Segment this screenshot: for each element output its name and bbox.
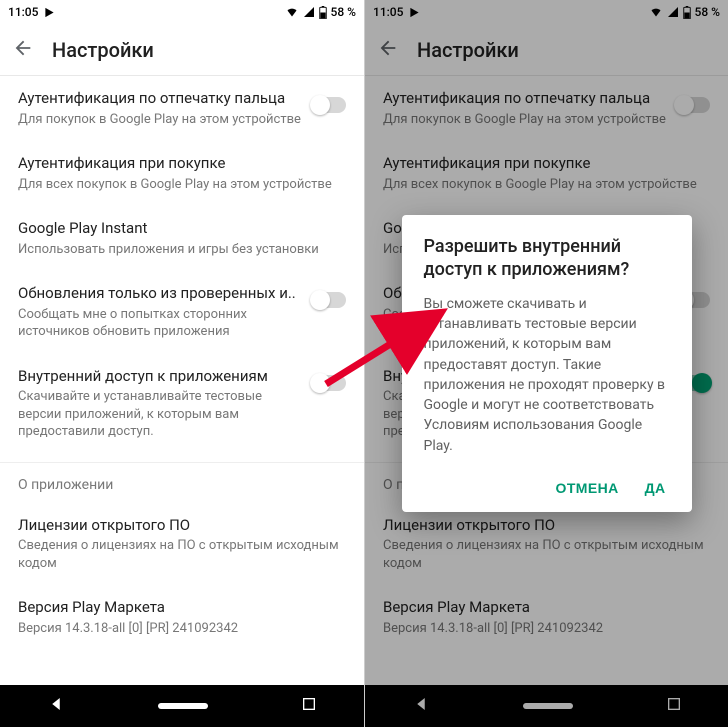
battery-icon: [683, 6, 691, 19]
setting-subtitle: Для покупок в Google Play на этом устрой…: [383, 111, 666, 129]
setting-title: Внутренний доступ к приложениям: [18, 367, 302, 387]
page-title: Настройки: [52, 38, 154, 62]
dialog-body: Вы сможете скачивать и устанавливать тес…: [424, 294, 670, 456]
setting-title: Лицензии открытого ПО: [383, 516, 710, 536]
navigation-bar: [0, 685, 364, 727]
status-time: 11:05: [8, 5, 38, 19]
setting-purchase-auth[interactable]: Аутентификация при покупке Для всех поку…: [365, 141, 728, 206]
setting-version[interactable]: Версия Play Маркета Версия 14.3.18-all […: [365, 585, 728, 650]
page-title: Настройки: [417, 38, 519, 62]
toggle-fingerprint[interactable]: [312, 97, 346, 113]
setting-title: Аутентификация по отпечатку пальца: [383, 89, 666, 109]
setting-fingerprint[interactable]: Аутентификация по отпечатку пальца Для п…: [0, 76, 364, 141]
setting-subtitle: Для покупок в Google Play на этом устрой…: [18, 111, 302, 129]
nav-back-icon[interactable]: [412, 695, 430, 717]
navigation-bar: [365, 685, 728, 727]
setting-title: Лицензии открытого ПО: [18, 516, 346, 536]
phone-right: 11:05 58 % Настройки Аутентификация по: [364, 0, 728, 727]
setting-title: Аутентификация по отпечатку пальца: [18, 89, 302, 109]
ok-button[interactable]: ДА: [645, 480, 666, 496]
setting-subtitle: Использовать приложения и игры без устан…: [18, 241, 346, 259]
status-bar: 11:05 58 %: [365, 0, 728, 24]
setting-subtitle: Сведения о лицензиях на ПО с открытым ис…: [383, 537, 710, 572]
nav-recent-icon[interactable]: [666, 696, 682, 716]
setting-title: Обновления только из проверенных и..: [18, 284, 302, 304]
setting-subtitle: Скачивайте и устанавливайте тестовые вер…: [18, 388, 302, 441]
setting-licenses[interactable]: Лицензии открытого ПО Сведения о лицензи…: [0, 503, 364, 586]
nav-back-icon[interactable]: [47, 695, 65, 717]
setting-purchase-auth[interactable]: Аутентификация при покупке Для всех поку…: [0, 141, 364, 206]
app-header: Настройки: [365, 24, 728, 76]
battery-icon: [319, 6, 327, 19]
setting-subtitle: Версия 14.3.18-all [0] [PR] 241092342: [18, 620, 346, 638]
back-button[interactable]: [377, 37, 399, 63]
signal-icon: [667, 6, 679, 18]
setting-title: Версия Play Маркета: [383, 598, 710, 618]
setting-subtitle: Для всех покупок в Google Play на этом у…: [383, 176, 710, 194]
arrow-left-icon: [12, 37, 34, 59]
toggle-verified-updates[interactable]: [312, 292, 346, 308]
phone-left: 11:05 58 % Наст: [0, 0, 364, 727]
setting-title: Аутентификация при покупке: [18, 154, 346, 174]
setting-subtitle: Сведения о лицензиях на ПО с открытым ис…: [18, 537, 346, 572]
setting-internal-access[interactable]: Внутренний доступ к приложениям Скачивай…: [0, 354, 364, 454]
cancel-button[interactable]: ОТМЕНА: [556, 480, 619, 496]
play-store-icon: [409, 7, 420, 18]
setting-fingerprint[interactable]: Аутентификация по отпечатку пальца Для п…: [365, 76, 728, 141]
settings-list[interactable]: Аутентификация по отпечатку пальца Для п…: [0, 76, 364, 685]
nav-home-icon[interactable]: [158, 703, 208, 709]
setting-verified-updates[interactable]: Обновления только из проверенных и.. Соо…: [0, 271, 364, 354]
status-bar: 11:05 58 %: [0, 0, 364, 24]
setting-title: Версия Play Маркета: [18, 598, 346, 618]
play-store-icon: [44, 7, 55, 18]
toggle-internal-access[interactable]: [312, 375, 346, 391]
battery-text: 58 %: [695, 5, 720, 19]
setting-version[interactable]: Версия Play Маркета Версия 14.3.18-all […: [0, 585, 364, 650]
arrow-left-icon: [377, 37, 399, 59]
dialog-actions: ОТМЕНА ДА: [424, 474, 670, 502]
setting-title: Аутентификация при покупке: [383, 154, 710, 174]
setting-instant[interactable]: Google Play Instant Использовать приложе…: [0, 206, 364, 271]
back-button[interactable]: [12, 37, 34, 63]
wifi-icon: [649, 6, 663, 18]
nav-home-icon[interactable]: [523, 703, 573, 709]
setting-licenses[interactable]: Лицензии открытого ПО Сведения о лицензи…: [365, 503, 728, 586]
app-header: Настройки: [0, 24, 364, 76]
toggle-fingerprint[interactable]: [676, 97, 710, 113]
setting-subtitle: Сообщать мне о попытках сторонних источн…: [18, 306, 302, 341]
dialog-title: Разрешить внутренний доступ к приложения…: [424, 235, 670, 282]
battery-text: 58 %: [331, 5, 356, 19]
setting-subtitle: Версия 14.3.18-all [0] [PR] 241092342: [383, 620, 710, 638]
setting-title: Google Play Instant: [18, 219, 346, 239]
status-time: 11:05: [373, 5, 403, 19]
confirm-dialog: Разрешить внутренний доступ к приложения…: [402, 215, 692, 512]
signal-icon: [303, 6, 315, 18]
setting-subtitle: Для всех покупок в Google Play на этом у…: [18, 176, 346, 194]
nav-recent-icon[interactable]: [301, 696, 317, 716]
section-about: О приложении: [0, 463, 364, 503]
wifi-icon: [285, 6, 299, 18]
